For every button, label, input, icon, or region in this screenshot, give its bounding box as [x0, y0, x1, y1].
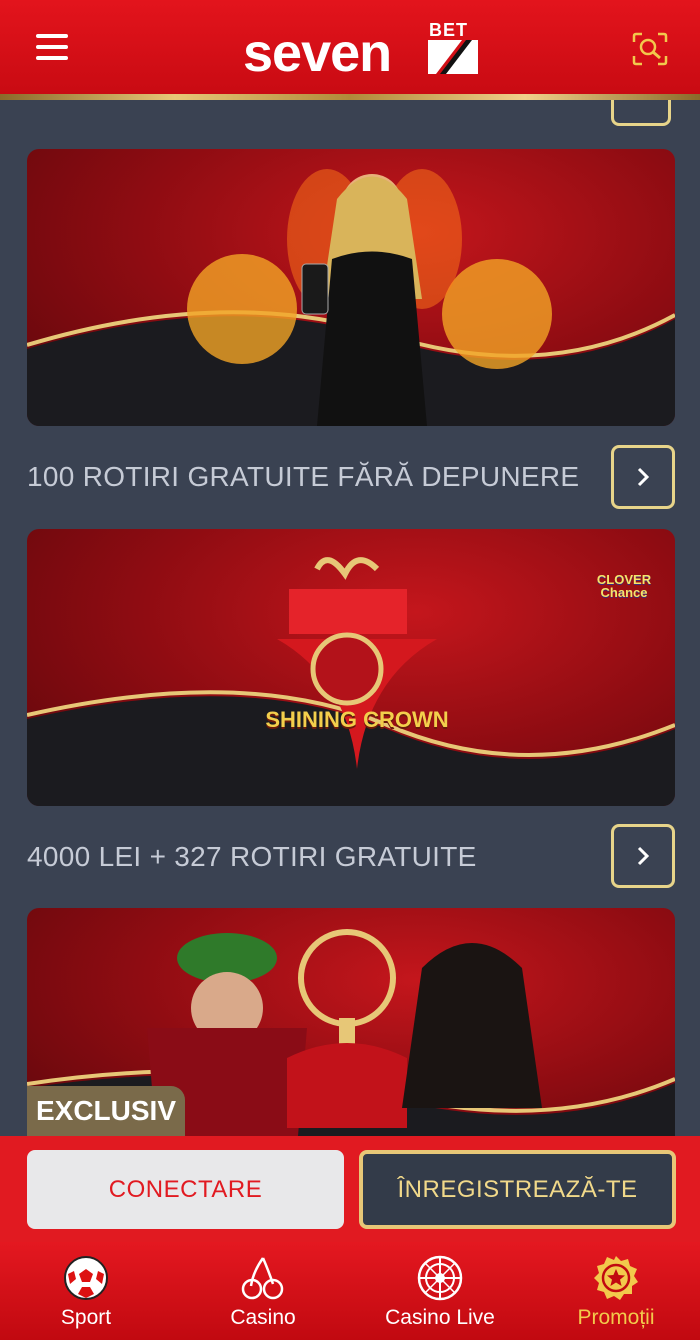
banner-title: SHINING CROWN: [265, 707, 449, 732]
nav-label: Sport: [60, 1306, 112, 1329]
search-icon[interactable]: [632, 32, 668, 66]
nav-item-casino[interactable]: Casino: [218, 1242, 308, 1340]
chevron-right-icon: [637, 467, 650, 487]
logo-badge: BET: [429, 20, 468, 40]
promo-arrow-button[interactable]: [611, 100, 671, 126]
cherries-icon: [241, 1257, 284, 1300]
banner-art-image: [27, 557, 675, 806]
roulette-icon: [417, 1255, 463, 1301]
auth-bar: CONECTARE ÎNREGISTREAZĂ-TE: [0, 1136, 700, 1242]
promo-title[interactable]: 100 ROTIRI GRATUITE FĂRĂ DEPUNERE: [27, 461, 579, 493]
chevron-right-icon: [637, 846, 650, 866]
nav-item-promotii[interactable]: Promoții: [566, 1242, 666, 1340]
nav-label: Promoții: [577, 1306, 655, 1329]
logo[interactable]: seven BET: [243, 20, 483, 80]
logo-mark-icon: [428, 40, 478, 74]
clover-chance-badge: CLOVER Chance: [596, 572, 652, 600]
promo-arrow-button[interactable]: [611, 824, 675, 888]
promo-banner[interactable]: [27, 149, 675, 426]
promo-title[interactable]: 4000 LEI + 327 ROTIRI GRATUITE: [27, 841, 477, 873]
promo-arrow-button[interactable]: [611, 445, 675, 509]
soccer-ball-icon: [64, 1256, 108, 1300]
nav-label: Casino: [230, 1306, 296, 1329]
promo-star-icon: [594, 1256, 638, 1300]
nav-item-sport[interactable]: Sport: [44, 1242, 128, 1340]
login-button[interactable]: CONECTARE: [27, 1150, 344, 1229]
promo-banner[interactable]: SHINING CROWN CLOVER Chance: [27, 529, 675, 806]
logo-text: seven: [243, 23, 392, 83]
nav-label: Casino Live: [385, 1306, 495, 1329]
header: seven BET: [0, 0, 700, 100]
register-button[interactable]: ÎNREGISTREAZĂ-TE: [359, 1150, 676, 1229]
hamburger-icon[interactable]: [36, 34, 68, 62]
promotions-list: 100 ROTIRI GRATUITE FĂRĂ DEPUNERE SHININ…: [0, 100, 700, 1136]
nav-item-casino-live[interactable]: Casino Live: [372, 1242, 508, 1340]
banner-art-image: [27, 169, 675, 426]
exclusive-badge: EXCLUSIV: [27, 1086, 185, 1136]
bottom-nav: Sport Casino Casino Live Promoții: [0, 1242, 700, 1340]
